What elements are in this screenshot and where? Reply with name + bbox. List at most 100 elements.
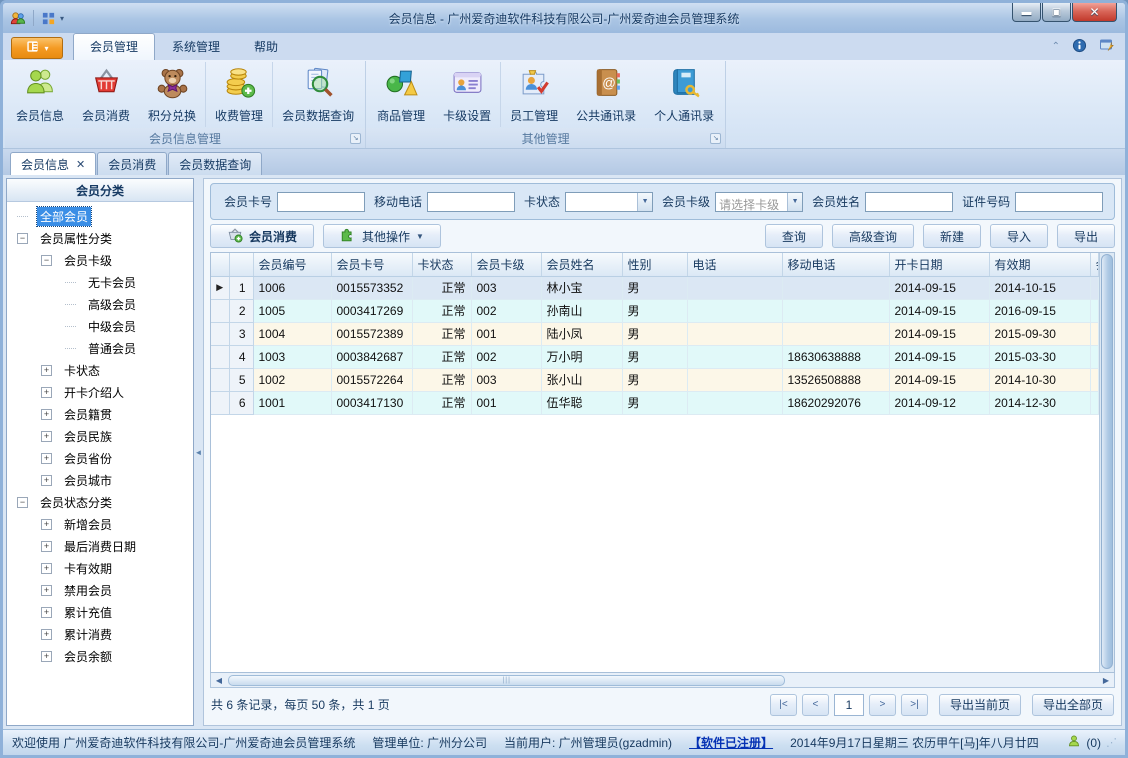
tree-item-19[interactable]: + 累计消费 <box>7 623 193 645</box>
export-all-pages-button[interactable]: 导出全部页 <box>1031 693 1114 716</box>
expand-icon[interactable]: + <box>41 606 52 618</box>
tree-item-10[interactable]: + 会员民族 <box>7 425 193 447</box>
tree-item-18[interactable]: + 累计充值 <box>7 601 193 623</box>
ribbon-fee-management[interactable]: 收费管理 <box>205 62 272 127</box>
menu-tab-0[interactable]: 会员管理 <box>73 33 156 60</box>
last-page-button[interactable]: >| <box>900 693 928 716</box>
chevron-down-icon[interactable]: ▼ <box>787 192 803 211</box>
collapse-ribbon-icon[interactable]: ⌃ <box>1052 41 1060 52</box>
expand-icon[interactable]: + <box>41 430 52 442</box>
tree-item-1[interactable]: − 会员属性分类 <box>7 227 193 249</box>
expand-icon[interactable]: + <box>41 518 52 530</box>
tree-item-13[interactable]: − 会员状态分类 <box>7 491 193 513</box>
member-consume-button[interactable]: 会员消费 <box>210 224 315 248</box>
col-header-1[interactable] <box>229 253 254 277</box>
ribbon-personal-contacts[interactable]: 个人通讯录 <box>645 62 723 127</box>
table-row[interactable]: 2 1005 0003417269 正常 002 孙南山男 2014-09-15 2016-0… <box>211 299 1099 323</box>
tree-item-8[interactable]: + 开卡介绍人 <box>7 381 193 403</box>
expand-icon[interactable]: + <box>41 408 52 420</box>
col-header-3[interactable]: 会员卡号 <box>331 253 413 277</box>
expand-icon[interactable]: + <box>41 386 52 398</box>
menu-tab-1[interactable]: 系统管理 <box>155 33 237 60</box>
close-button[interactable]: ✕ <box>1072 3 1117 22</box>
horizontal-scrollbar[interactable]: ◀ ||| ▶ <box>210 673 1115 688</box>
tree-item-7[interactable]: + 卡状态 <box>7 359 193 381</box>
col-header-6[interactable]: 会员姓名 <box>541 253 623 277</box>
ribbon-public-contacts[interactable]: @ 公共通讯录 <box>567 62 645 127</box>
card-no-input[interactable] <box>277 191 366 212</box>
ribbon-staff-management[interactable]: 员工管理 <box>500 62 567 127</box>
export-current-page-button[interactable]: 导出当前页 <box>938 693 1021 716</box>
col-header-12[interactable]: 会员 <box>1090 253 1099 277</box>
qat-caret-icon[interactable]: ▾ <box>60 14 64 23</box>
chevron-down-icon[interactable]: ▼ <box>637 192 653 211</box>
tree-item-9[interactable]: + 会员籍贯 <box>7 403 193 425</box>
col-header-2[interactable]: 会员编号 <box>253 253 332 277</box>
next-page-button[interactable]: > <box>868 693 896 716</box>
prev-page-button[interactable]: < <box>801 693 829 716</box>
tree-item-14[interactable]: + 新增会员 <box>7 513 193 535</box>
expand-icon[interactable]: + <box>41 584 52 596</box>
vertical-scrollbar-thumb[interactable] <box>1101 254 1113 669</box>
tree-item-4[interactable]: 高级会员 <box>7 293 193 315</box>
col-header-9[interactable]: 移动电话 <box>782 253 890 277</box>
resize-grip[interactable]: ⋰ <box>1106 736 1117 749</box>
import-button[interactable]: 导入 <box>989 224 1048 248</box>
tree-item-3[interactable]: 无卡会员 <box>7 271 193 293</box>
tree-item-20[interactable]: + 会员余额 <box>7 645 193 667</box>
horizontal-scroll-track[interactable]: ||| <box>227 674 1098 687</box>
horizontal-scrollbar-thumb[interactable]: ||| <box>228 674 786 686</box>
qat-customize-icon[interactable] <box>41 11 56 26</box>
expand-icon[interactable]: + <box>41 650 52 662</box>
tree-item-16[interactable]: + 卡有效期 <box>7 557 193 579</box>
scroll-right-icon[interactable]: ▶ <box>1098 674 1114 687</box>
doc-tab-1[interactable]: 会员消费 <box>97 152 168 175</box>
table-row[interactable]: 5 1002 0015572264 正常 003 张小山男 13526508888 2014-… <box>211 368 1099 392</box>
col-header-8[interactable]: 电话 <box>687 253 783 277</box>
member-name-input[interactable] <box>865 191 954 212</box>
tree-item-12[interactable]: + 会员城市 <box>7 469 193 491</box>
ribbon-points-exchange[interactable]: 积分兑换 <box>139 62 205 127</box>
vertical-scrollbar[interactable] <box>1099 253 1114 672</box>
card-level-select[interactable]: 请选择卡级 ▼ <box>715 191 804 212</box>
menu-tab-2[interactable]: 帮助 <box>237 33 295 60</box>
col-header-4[interactable]: 卡状态 <box>412 253 472 277</box>
info-icon[interactable] <box>1072 38 1087 56</box>
col-header-11[interactable]: 有效期 <box>989 253 1091 277</box>
expand-icon[interactable]: + <box>41 364 52 376</box>
table-row[interactable]: 4 1003 0003842687 正常 002 万小明男 18630638888 2014-… <box>211 345 1099 369</box>
tree-item-15[interactable]: + 最后消费日期 <box>7 535 193 557</box>
expand-icon[interactable]: + <box>41 562 52 574</box>
dialog-launcher-icon[interactable]: ↘ <box>350 133 362 144</box>
about-window-icon[interactable] <box>1099 37 1115 56</box>
tree-item-2[interactable]: − 会员卡级 <box>7 249 193 271</box>
other-actions-button[interactable]: 其他操作 ▼ <box>323 224 441 248</box>
dialog-launcher-icon[interactable]: ↘ <box>710 133 722 144</box>
collapse-icon[interactable]: − <box>17 496 28 508</box>
col-header-10[interactable]: 开卡日期 <box>889 253 990 277</box>
tree-item-17[interactable]: + 禁用会员 <box>7 579 193 601</box>
maximize-button[interactable]: ▣ <box>1042 3 1071 22</box>
card-status-select[interactable]: ▼ <box>565 191 654 212</box>
col-row-marker[interactable] <box>211 253 230 277</box>
ribbon-member-consume[interactable]: 会员消费 <box>73 62 139 127</box>
minimize-button[interactable]: ▬ <box>1012 3 1041 22</box>
table-row[interactable]: ▶ 1 1006 0015573352 正常 003 林小宝男 2014-09-15 2014-… <box>211 276 1099 300</box>
col-header-5[interactable]: 会员卡级 <box>471 253 542 277</box>
sidebar-splitter[interactable]: ◄ <box>194 178 203 726</box>
ribbon-member-data-query[interactable]: 会员数据查询 <box>272 62 363 127</box>
mobile-input[interactable] <box>427 191 516 212</box>
page-number-input[interactable]: 1 <box>833 693 864 716</box>
new-button[interactable]: 新建 <box>922 224 981 248</box>
collapse-icon[interactable]: − <box>17 232 28 244</box>
collapse-icon[interactable]: − <box>41 254 52 266</box>
query-button[interactable]: 查询 <box>764 224 823 248</box>
tree-item-6[interactable]: 普通会员 <box>7 337 193 359</box>
registered-link[interactable]: 【软件已注册】 <box>689 734 773 751</box>
tree-item-11[interactable]: + 会员省份 <box>7 447 193 469</box>
doc-tab-2[interactable]: 会员数据查询 <box>168 152 263 175</box>
advanced-query-button[interactable]: 高级查询 <box>831 224 914 248</box>
application-menu-button[interactable]: ▾ <box>11 37 63 59</box>
ribbon-goods-management[interactable]: 商品管理 <box>368 62 434 127</box>
export-button[interactable]: 导出 <box>1056 224 1115 248</box>
